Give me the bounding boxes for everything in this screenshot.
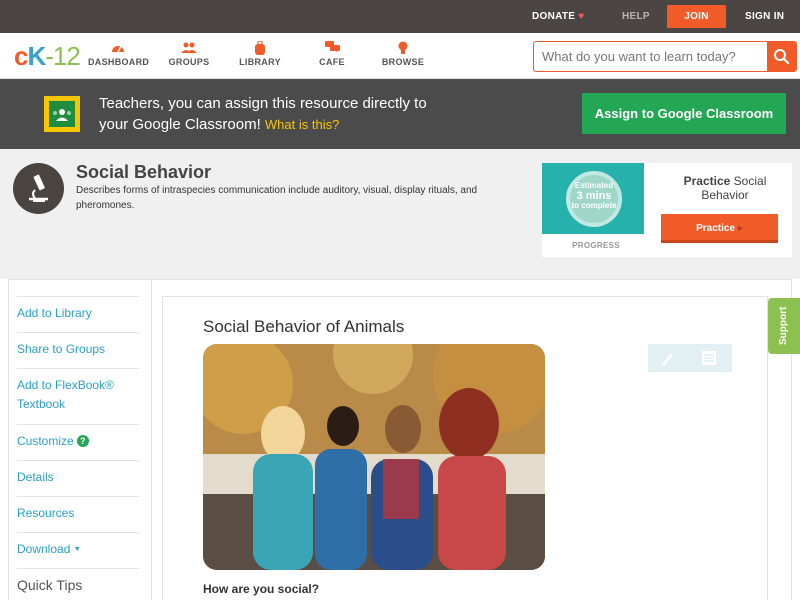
- share-to-groups-link[interactable]: Share to Groups: [17, 332, 139, 359]
- caret-down-icon: ▼: [73, 546, 81, 553]
- practice-title: Practice Social Behavior: [683, 174, 767, 202]
- search-box: [533, 41, 797, 72]
- sign-in-link[interactable]: SIGN IN: [745, 0, 784, 33]
- search-input[interactable]: [534, 42, 770, 71]
- sidebar: Add to Library Share to Groups Add to Fl…: [9, 280, 152, 600]
- concept-title: Social Behavior: [76, 162, 212, 182]
- help-link[interactable]: HELP: [622, 0, 650, 33]
- nav-library[interactable]: LIBRARY: [239, 40, 281, 67]
- support-tab[interactable]: Support: [768, 298, 800, 354]
- nav-library-label: LIBRARY: [239, 57, 281, 67]
- nav-groups[interactable]: GROUPS: [168, 41, 210, 67]
- lesson-heading: Social Behavior of Animals: [203, 317, 405, 336]
- lesson-question: How are you social?: [203, 582, 320, 596]
- ck12-logo[interactable]: cK-12: [14, 41, 81, 72]
- estimated-time: Estimated 3 mins to complete: [571, 181, 617, 210]
- help-icon[interactable]: ?: [76, 435, 89, 447]
- chevron-right-icon: ▸: [737, 223, 743, 234]
- what-is-this-link[interactable]: What is this?: [265, 117, 339, 132]
- resources-link[interactable]: Resources: [17, 496, 139, 523]
- assign-to-google-classroom-button[interactable]: Assign to Google Classroom: [582, 93, 786, 134]
- donate-link[interactable]: DONATE ♥: [532, 0, 585, 33]
- search-icon: [774, 49, 790, 65]
- google-classroom-banner: Teachers, you can assign this resource d…: [0, 79, 800, 149]
- progress-label: PROGRESS: [572, 241, 620, 250]
- donate-label: DONATE: [532, 11, 576, 22]
- banner-message: Teachers, you can assign this resource d…: [99, 95, 427, 133]
- people-icon: [168, 41, 210, 57]
- nav-browse-label: BROWSE: [381, 57, 425, 67]
- nav-groups-label: GROUPS: [168, 57, 210, 67]
- add-to-library-link[interactable]: Add to Library: [17, 296, 139, 323]
- nav-cafe[interactable]: CAFE: [316, 41, 348, 67]
- speedometer-icon: [88, 41, 148, 57]
- lightbulb-icon: [380, 41, 426, 57]
- lesson-photo: [203, 344, 545, 570]
- heart-icon: ♥: [578, 11, 585, 22]
- practice-card: Estimated 3 mins to complete PROGRESS Pr…: [542, 163, 792, 257]
- pencil-icon[interactable]: [660, 350, 676, 366]
- content-panel: Social Behavior of Animals How are you s…: [162, 296, 768, 600]
- backpack-icon: [239, 40, 281, 57]
- search-button[interactable]: [767, 41, 796, 72]
- download-link[interactable]: Download ▼: [17, 532, 139, 559]
- practice-button[interactable]: Practice ▸: [661, 214, 778, 243]
- nav-dashboard[interactable]: DASHBOARD: [88, 41, 150, 67]
- quick-tips-heading: Quick Tips: [17, 568, 139, 595]
- main-body: Add to Library Share to Groups Add to Fl…: [8, 279, 792, 600]
- concept-description: Describes forms of intraspecies communic…: [76, 185, 478, 211]
- note-icon[interactable]: [702, 351, 716, 365]
- google-classroom-icon: [44, 96, 80, 132]
- nav-cafe-label: CAFE: [319, 57, 345, 67]
- annotation-tools: [648, 344, 732, 372]
- nav-browse[interactable]: BROWSE: [380, 41, 426, 67]
- microscope-icon: [13, 163, 64, 214]
- nav-dashboard-label: DASHBOARD: [88, 57, 150, 67]
- progress-image: Estimated 3 mins to complete: [542, 163, 644, 234]
- concept-header: Social Behavior Describes forms of intra…: [0, 149, 800, 279]
- top-utility-bar: DONATE ♥ HELP JOIN SIGN IN: [0, 0, 800, 33]
- add-to-flexbook-link[interactable]: Add to FlexBook® Textbook: [17, 368, 139, 414]
- details-link[interactable]: Details: [17, 460, 139, 487]
- main-nav: cK-12 DASHBOARD GROUPS LIBRARY CAFE BROW…: [0, 33, 800, 79]
- chat-bubbles-icon: [316, 41, 348, 57]
- customize-link[interactable]: Customize?: [17, 424, 139, 451]
- join-button[interactable]: JOIN: [667, 5, 726, 28]
